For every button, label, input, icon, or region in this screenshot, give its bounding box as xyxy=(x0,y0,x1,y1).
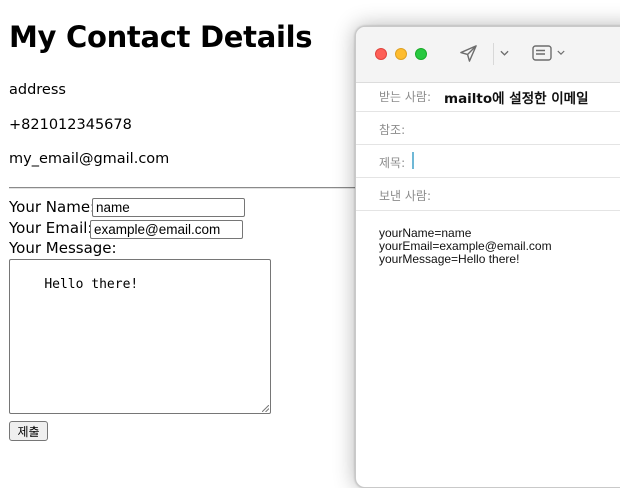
name-label: Your Name: xyxy=(9,198,96,216)
cc-field-row[interactable]: 참조: xyxy=(356,112,620,145)
to-field-row[interactable]: 받는 사람: mailto에 설정한 이메일 xyxy=(356,79,620,112)
chevron-down-icon[interactable] xyxy=(500,50,509,57)
horizontal-divider xyxy=(9,187,369,189)
maximize-window-button[interactable] xyxy=(415,48,427,60)
close-window-button[interactable] xyxy=(375,48,387,60)
subject-field-row[interactable]: 제목: xyxy=(356,145,620,178)
subject-label: 제목: xyxy=(379,156,406,170)
name-input[interactable]: name xyxy=(92,198,245,217)
body-line-message: yourMessage=Hello there! xyxy=(379,252,520,266)
text-caret xyxy=(412,152,414,169)
header-fields-icon[interactable] xyxy=(532,45,552,61)
cc-label: 참조: xyxy=(379,123,406,137)
email-label: Your Email: xyxy=(9,219,93,237)
from-label: 보낸 사람: xyxy=(379,189,432,203)
contact-address: address xyxy=(9,82,66,98)
resize-grip-icon[interactable] xyxy=(262,405,269,412)
send-icon[interactable] xyxy=(459,44,478,63)
contact-email: my_email@gmail.com xyxy=(9,151,170,167)
contact-phone: +821012345678 xyxy=(9,117,132,133)
submit-button[interactable]: 제출 xyxy=(9,421,48,441)
message-textarea[interactable]: Hello there! xyxy=(9,259,271,414)
email-input[interactable]: example@email.com xyxy=(90,220,243,239)
message-label: Your Message: xyxy=(9,239,117,257)
message-text: Hello there! xyxy=(44,277,139,292)
chevron-down-icon[interactable] xyxy=(557,50,565,56)
mail-body[interactable]: yourName=name yourEmail=example@email.co… xyxy=(379,227,552,266)
to-label: 받는 사람: xyxy=(379,90,432,104)
mail-compose-window: 받는 사람: mailto에 설정한 이메일 참조: 제목: 보낸 사람: yo… xyxy=(355,26,620,488)
toolbar-separator xyxy=(493,43,494,65)
to-recipient[interactable]: mailto에 설정한 이메일 xyxy=(444,87,589,107)
mail-toolbar xyxy=(356,27,620,83)
page-title: My Contact Details xyxy=(9,20,313,54)
minimize-window-button[interactable] xyxy=(395,48,407,60)
from-field-row[interactable]: 보낸 사람: xyxy=(356,178,620,211)
